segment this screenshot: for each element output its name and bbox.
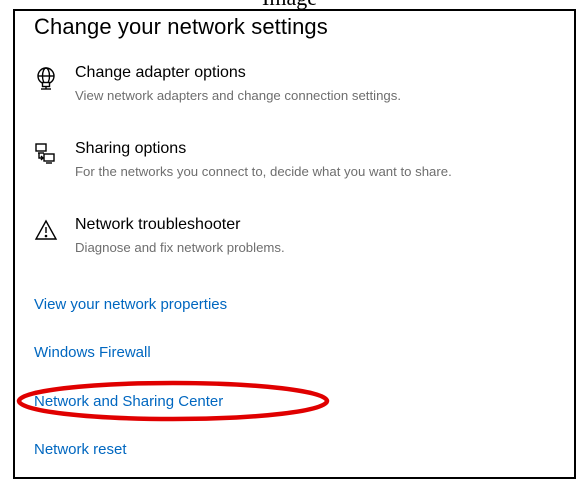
option-description: For the networks you connect to, decide … [75,164,452,179]
sharing-icon [34,142,58,166]
page-title: Change your network settings [34,14,328,39]
option-title: Change adapter options [75,64,246,81]
network-reset-link[interactable]: Network reset [34,441,127,458]
network-troubleshooter-item[interactable]: Network troubleshooter Diagnose and fix … [34,216,564,266]
sharing-options-item[interactable]: Sharing options For the networks you con… [34,140,564,190]
option-title: Network troubleshooter [75,216,241,233]
option-description: View network adapters and change connect… [75,88,401,103]
warning-icon [34,218,58,242]
network-and-sharing-center-link[interactable]: Network and Sharing Center [34,393,223,410]
change-adapter-options-item[interactable]: Change adapter options View network adap… [34,64,564,114]
option-title: Sharing options [75,140,187,157]
network-adapter-icon [34,66,58,90]
option-description: Diagnose and fix network problems. [75,240,285,255]
windows-firewall-link[interactable]: Windows Firewall [34,344,151,361]
view-network-properties-link[interactable]: View your network properties [34,296,227,313]
network-settings-panel: Change your network settings Change adap… [13,9,576,479]
